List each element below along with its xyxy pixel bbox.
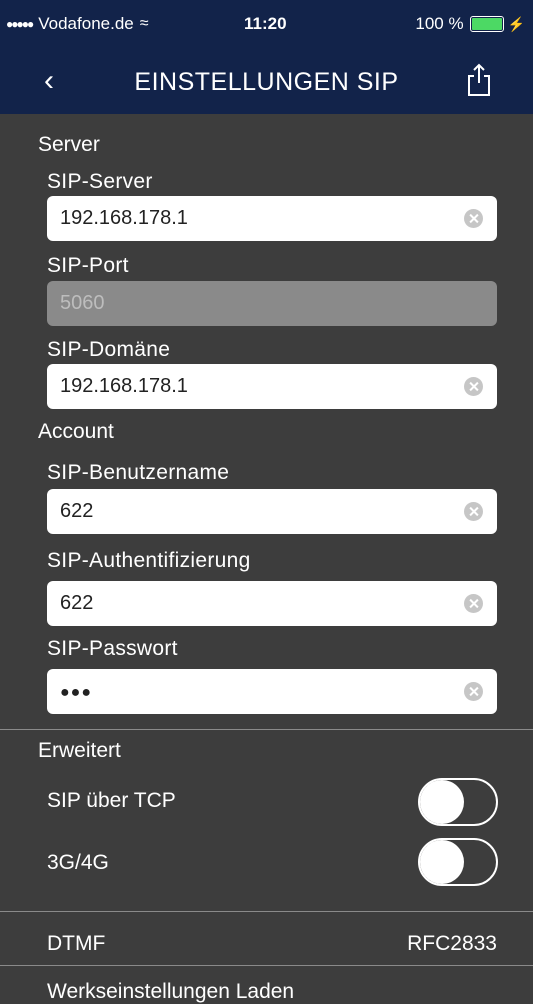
sip-port-value: 5060 [60, 292, 105, 314]
sip-port-label: SIP-Port [47, 254, 129, 277]
clear-icon[interactable] [464, 682, 483, 701]
toggle-knob [420, 780, 464, 824]
carrier-name: Vodafone.de [38, 14, 134, 33]
sip-password-label: SIP-Passwort [47, 637, 178, 660]
sip-tcp-toggle[interactable] [418, 778, 498, 826]
sip-domain-value: 192.168.178.1 [60, 375, 188, 397]
sip-auth-label: SIP-Authentifizierung [47, 549, 251, 572]
carrier-info: ●●●●● Vodafone.de ≈ [6, 14, 149, 34]
signal-dots-icon: ●●●●● [6, 17, 34, 31]
sip-username-label: SIP-Benutzername [47, 461, 230, 484]
battery-info: 100 % ⚡ [415, 14, 525, 34]
section-advanced: Erweitert [38, 739, 121, 762]
sip-domain-field[interactable]: 192.168.178.1 [47, 364, 497, 409]
toggle-knob [420, 840, 464, 884]
sip-auth-value: 622 [60, 592, 94, 614]
dtmf-row[interactable]: DTMF RFC2833 [0, 912, 533, 964]
factory-reset-button[interactable]: Werkseinstellungen Laden [47, 980, 294, 1004]
section-account: Account [38, 420, 114, 443]
divider [0, 729, 533, 730]
charging-bolt-icon: ⚡ [507, 15, 525, 32]
page-title: EINSTELLUNGEN SIP [134, 68, 399, 96]
clear-icon[interactable] [464, 594, 483, 613]
sip-username-field[interactable]: 622 [47, 489, 497, 534]
sip-server-field[interactable]: 192.168.178.1 [47, 196, 497, 241]
clear-icon[interactable] [464, 377, 483, 396]
sip-port-field: 5060 [47, 281, 497, 326]
section-server: Server [38, 133, 100, 156]
status-time: 11:20 [244, 14, 287, 33]
status-bar: ●●●●● Vodafone.de ≈ 11:20 100 % ⚡ [0, 0, 533, 48]
sip-server-label: SIP-Server [47, 170, 153, 193]
dtmf-label: DTMF [47, 932, 106, 955]
sip-server-value: 192.168.178.1 [60, 207, 188, 229]
g34-toggle[interactable] [418, 838, 498, 886]
dtmf-value: RFC2833 [407, 932, 497, 955]
sip-domain-label: SIP-Domäne [47, 338, 171, 361]
sip-password-field[interactable]: ●●● [47, 669, 497, 714]
sip-auth-field[interactable]: 622 [47, 581, 497, 626]
navigation-bar: ‹ EINSTELLUNGEN SIP [0, 48, 533, 114]
battery-percent: 100 % [415, 14, 464, 33]
sip-tcp-label: SIP über TCP [47, 789, 176, 812]
wifi-icon: ≈ [139, 15, 149, 32]
share-icon[interactable] [465, 62, 493, 98]
sip-username-value: 622 [60, 500, 94, 522]
clear-icon[interactable] [464, 209, 483, 228]
clear-icon[interactable] [464, 502, 483, 521]
battery-icon [469, 16, 504, 32]
divider [0, 965, 533, 966]
sip-password-value: ●●● [60, 684, 92, 701]
g34-label: 3G/4G [47, 851, 109, 874]
